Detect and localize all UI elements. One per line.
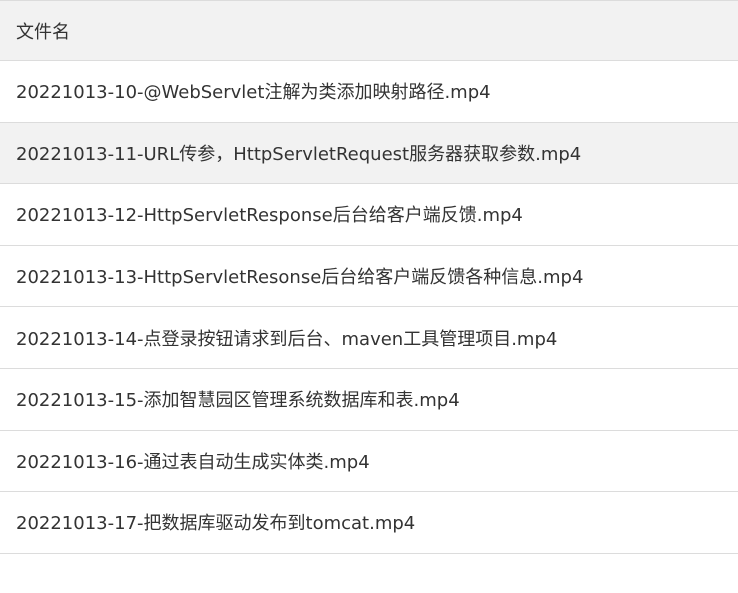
table-row[interactable]: 20221013-10-@WebServlet注解为类添加映射路径.mp4 [0,61,738,123]
file-name[interactable]: 20221013-10-@WebServlet注解为类添加映射路径.mp4 [0,78,491,104]
table-row[interactable]: 20221013-15-添加智慧园区管理系统数据库和表.mp4 [0,368,738,431]
file-name[interactable]: 20221013-14-点登录按钮请求到后台、maven工具管理项目.mp4 [0,325,557,351]
table-row[interactable]: 20221013-12-HttpServletResponse后台给客户端反馈.… [0,184,738,246]
column-header-filename[interactable]: 文件名 [0,18,70,44]
table-row[interactable]: 20221013-11-URL传参，HttpServletRequest服务器获… [0,122,738,185]
file-name[interactable]: 20221013-12-HttpServletResponse后台给客户端反馈.… [0,201,523,227]
table-header: 文件名 [0,1,738,61]
file-name[interactable]: 20221013-15-添加智慧园区管理系统数据库和表.mp4 [0,386,460,412]
table-row[interactable]: 20221013-14-点登录按钮请求到后台、maven工具管理项目.mp4 [0,307,738,369]
file-name[interactable]: 20221013-13-HttpServletResonse后台给客户端反馈各种… [0,263,583,289]
file-table: 文件名 20221013-10-@WebServlet注解为类添加映射路径.mp… [0,0,738,554]
file-name[interactable]: 20221013-11-URL传参，HttpServletRequest服务器获… [0,140,581,166]
table-row[interactable]: 20221013-17-把数据库驱动发布到tomcat.mp4 [0,492,738,554]
table-row[interactable]: 20221013-16-通过表自动生成实体类.mp4 [0,430,738,493]
file-list: 20221013-10-@WebServlet注解为类添加映射路径.mp4 20… [0,61,738,554]
file-name[interactable]: 20221013-17-把数据库驱动发布到tomcat.mp4 [0,509,415,535]
table-row[interactable]: 20221013-13-HttpServletResonse后台给客户端反馈各种… [0,245,738,308]
file-name[interactable]: 20221013-16-通过表自动生成实体类.mp4 [0,448,370,474]
